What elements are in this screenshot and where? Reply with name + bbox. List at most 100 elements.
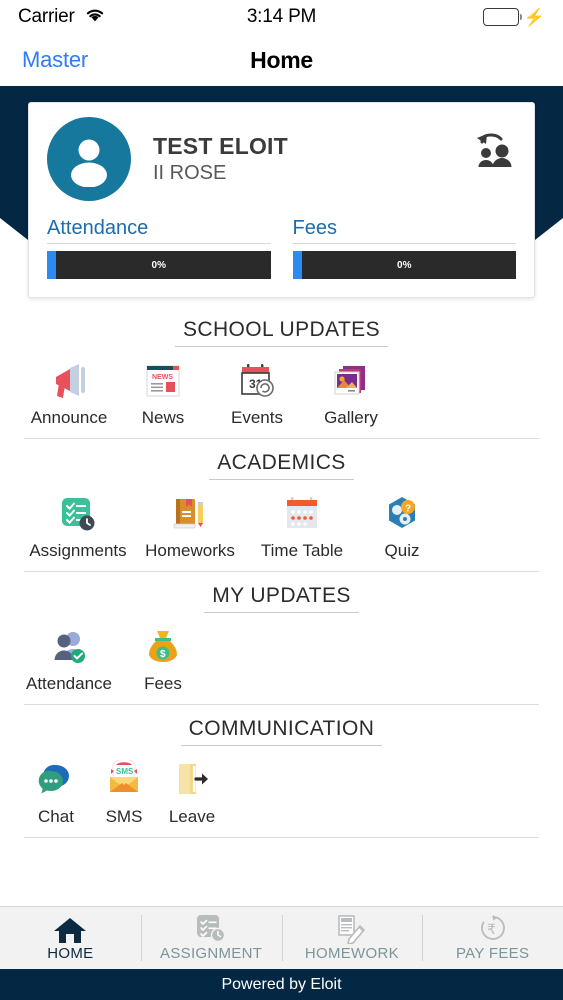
tile-homeworks[interactable]: Homeworks (134, 492, 246, 561)
switch-user-icon[interactable] (472, 129, 516, 174)
tile-quiz[interactable]: ? Quiz (358, 492, 446, 561)
tile-announce[interactable]: Announce (22, 359, 116, 428)
banner-notch-right (535, 218, 563, 240)
tab-label-homework: HOMEWORK (304, 945, 399, 962)
tile-attendance[interactable]: Attendance (22, 625, 116, 694)
newspaper-icon: NEWS (143, 359, 183, 403)
grid-school-updates: Announce NEWS News 31 Events Gallery (0, 351, 563, 428)
footer-text: Powered by Eloit (221, 975, 342, 993)
section-school-updates: SCHOOL UPDATES Announce NEWS News 31 Eve… (0, 306, 563, 439)
profile-name-block: TEST ELOIT II ROSE (153, 117, 288, 185)
section-title-academics: ACADEMICS (209, 451, 354, 480)
tile-label-assignments: Assignments (29, 541, 127, 560)
footer-bar: Powered by Eloit (0, 969, 563, 1000)
progress-value-fees: 0% (397, 259, 412, 271)
money-bag-icon: $ (143, 625, 183, 669)
profile-meters: Attendance 0% Fees 0% (47, 217, 516, 279)
svg-text:₹: ₹ (487, 921, 496, 937)
tile-label-homeworks: Homeworks (145, 541, 235, 560)
section-title-wrap: COMMUNICATION (0, 705, 563, 750)
tile-label-announce: Announce (30, 408, 108, 427)
checklist-clock-icon (58, 492, 98, 536)
section-communication: COMMUNICATION Chat SMS SMS Leave (0, 705, 563, 838)
section-academics: ACADEMICS Assignments Homeworks Time Tab… (0, 439, 563, 572)
status-bar-right: ⚡ (482, 7, 545, 27)
tile-leave[interactable]: Leave (158, 758, 226, 827)
tile-label-quiz: Quiz (384, 541, 420, 560)
tab-assignment[interactable]: ASSIGNMENT (140, 907, 282, 969)
tile-label-sms: SMS (105, 807, 143, 826)
tile-fees[interactable]: $ Fees (116, 625, 210, 694)
tab-homework[interactable]: HOMEWORK (281, 907, 423, 969)
checklist-clock-icon (195, 914, 227, 944)
status-bar: Carrier 3:14 PM ⚡ (0, 0, 563, 34)
svg-text:SMS: SMS (116, 767, 134, 776)
tile-news[interactable]: NEWS News (116, 359, 210, 428)
grid-communication: Chat SMS SMS Leave (0, 750, 563, 827)
svg-text:?: ? (405, 504, 411, 515)
avatar (47, 117, 131, 201)
person-avatar-icon (71, 139, 107, 187)
tile-label-leave: Leave (168, 807, 216, 826)
section-title-my-updates: MY UPDATES (204, 584, 359, 613)
calendar-grid-icon (282, 492, 322, 536)
profile-card: TEST ELOIT II ROSE Attendance 0% Fees 0% (28, 102, 535, 298)
battery-icon (482, 8, 523, 26)
student-name: TEST ELOIT (153, 133, 288, 159)
section-title-wrap: ACADEMICS (0, 439, 563, 484)
tile-assignments[interactable]: Assignments (22, 492, 134, 561)
section-title-communication: COMMUNICATION (180, 717, 383, 746)
tile-gallery[interactable]: Gallery (304, 359, 398, 428)
photo-gallery-icon (331, 359, 371, 403)
sms-envelope-icon: SMS (104, 758, 144, 802)
profile-header: TEST ELOIT II ROSE (47, 117, 516, 203)
meter-fees[interactable]: Fees 0% (292, 217, 516, 279)
exit-door-icon (172, 758, 212, 802)
rupee-refresh-icon: ₹ (477, 914, 509, 944)
progress-bar-attendance: 0% (47, 251, 271, 279)
tab-label-home: HOME (47, 945, 94, 962)
svg-text:$: $ (160, 649, 166, 660)
bottom-tab-bar: HOME ASSIGNMENT HOMEWORK ₹ PAY FEES (0, 906, 563, 969)
grid-academics: Assignments Homeworks Time Table ? Quiz (0, 484, 563, 561)
section-title-school-updates: SCHOOL UPDATES (175, 318, 388, 347)
tile-label-gallery: Gallery (324, 408, 378, 427)
clock-label: 3:14 PM (246, 6, 317, 27)
divider (24, 837, 539, 838)
meter-label-attendance: Attendance (47, 217, 271, 244)
section-title-wrap: SCHOOL UPDATES (0, 306, 563, 351)
tab-label-assignment: ASSIGNMENT (160, 945, 263, 962)
notebook-pencil-icon (336, 914, 368, 944)
tile-sms[interactable]: SMS SMS (90, 758, 158, 827)
tile-label-news: News (141, 408, 185, 427)
progress-value-attendance: 0% (151, 259, 166, 271)
chat-bubbles-icon (36, 758, 76, 802)
meter-attendance[interactable]: Attendance 0% (47, 217, 271, 279)
tile-label-fees: Fees (144, 674, 182, 693)
tile-time-table[interactable]: Time Table (246, 492, 358, 561)
megaphone-icon (48, 359, 90, 403)
tile-label-attendance: Attendance (25, 674, 112, 693)
tile-label-time-table: Time Table (260, 541, 344, 560)
tab-pay-fees[interactable]: ₹ PAY FEES (422, 907, 563, 969)
tile-chat[interactable]: Chat (22, 758, 90, 827)
tile-label-chat: Chat (38, 807, 74, 826)
main-content: SCHOOL UPDATES Announce NEWS News 31 Eve… (0, 218, 563, 838)
navigation-bar: Master Home (0, 34, 563, 86)
back-button-master[interactable]: Master (22, 47, 88, 73)
home-icon (53, 914, 87, 944)
tile-events[interactable]: 31 Events (210, 359, 304, 428)
banner-notch-left (0, 218, 28, 240)
section-title-wrap: MY UPDATES (0, 572, 563, 617)
tile-label-events: Events (231, 408, 283, 427)
svg-text:NEWS: NEWS (152, 374, 173, 381)
student-class: II ROSE (153, 162, 227, 184)
calendar-events-icon: 31 (237, 359, 277, 403)
quiz-hexagon-icon: ? (382, 492, 422, 536)
tab-home[interactable]: HOME (0, 907, 141, 969)
lightning-bolt-icon: ⚡ (523, 7, 545, 27)
people-check-icon (49, 625, 89, 669)
tab-label-pay-fees: PAY FEES (455, 945, 530, 962)
grid-my-updates: Attendance $ Fees (0, 617, 563, 694)
meter-label-fees: Fees (292, 217, 516, 244)
